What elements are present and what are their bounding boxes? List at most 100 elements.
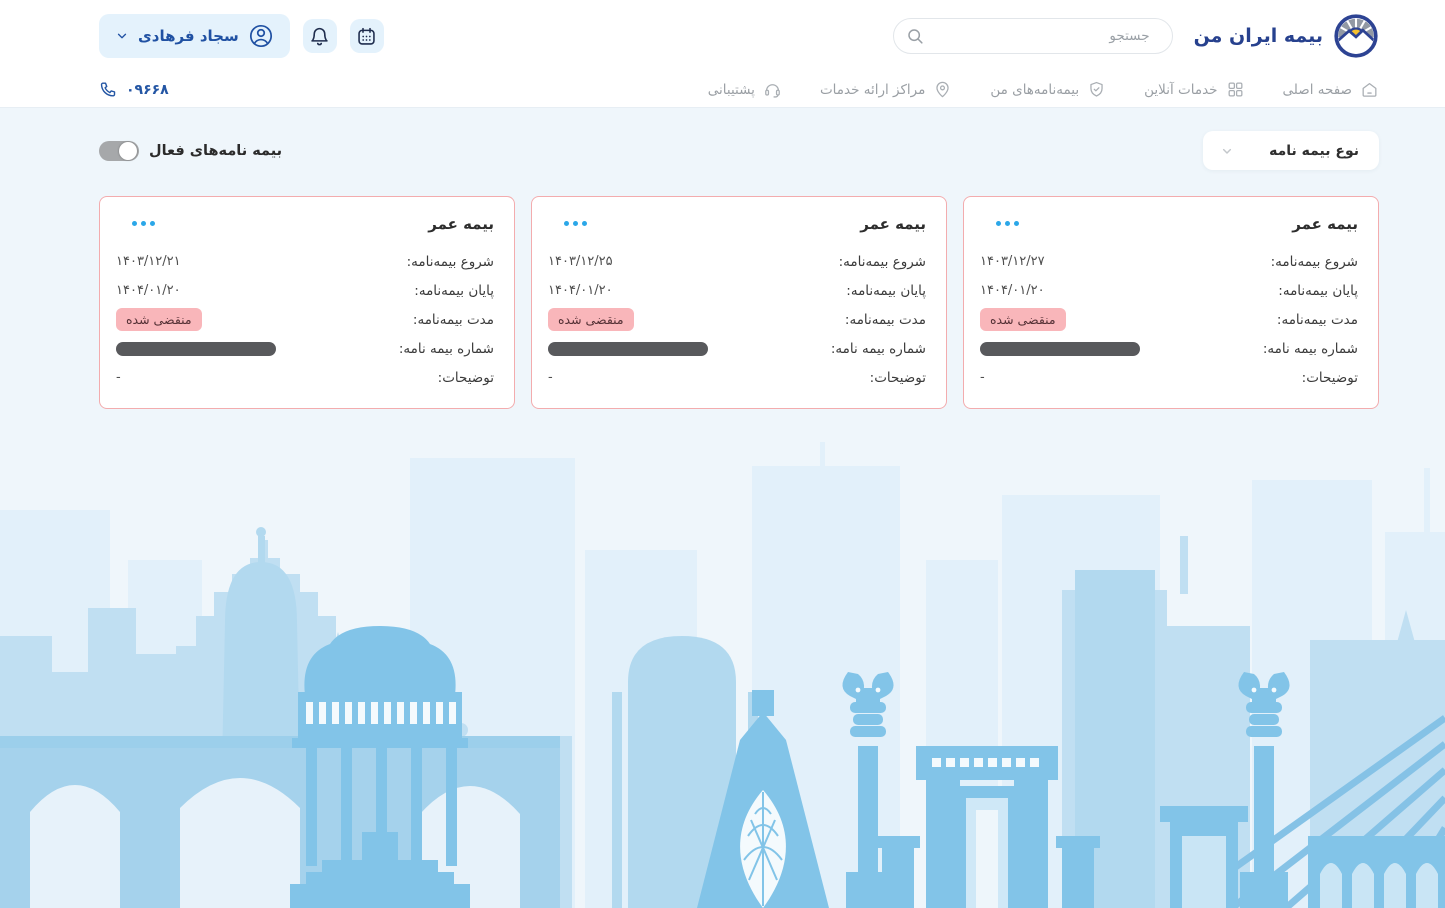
policy-end-row: پایان بیمه‌نامه: ۱۴۰۴/۰۱/۲۰ xyxy=(548,276,926,305)
more-menu-button[interactable] xyxy=(128,217,159,230)
card-rows: شروع بیمه‌نامه: ۱۴۰۳/۱۲/۲۵ پایان بیمه‌نا… xyxy=(548,247,926,392)
user-menu-button[interactable]: سجاد فرهادی xyxy=(99,14,290,58)
card-rows: شروع بیمه‌نامه: ۱۴۰۳/۱۲/۲۷ پایان بیمه‌نا… xyxy=(980,247,1358,392)
field-label: شماره بیمه نامه: xyxy=(831,341,926,357)
policy-duration-row: مدت بیمه‌نامه: منقضی شده xyxy=(980,305,1358,334)
field-label: توضیحات: xyxy=(438,370,494,386)
field-label: پایان بیمه‌نامه: xyxy=(1278,283,1358,299)
field-label: توضیحات: xyxy=(1302,370,1358,386)
shield-check-icon xyxy=(1087,80,1106,99)
active-policies-toggle[interactable] xyxy=(99,141,139,161)
support-phone[interactable]: ۰۹۶۶۸ xyxy=(99,80,169,99)
field-value: ۱۴۰۴/۰۱/۲۰ xyxy=(980,283,1045,298)
toggle-knob xyxy=(119,142,137,160)
policy-duration-row: مدت بیمه‌نامه: منقضی شده xyxy=(116,305,494,334)
field-label: پایان بیمه‌نامه: xyxy=(414,283,494,299)
nav-item-home[interactable]: صفحه اصلی xyxy=(1283,80,1379,99)
headset-icon xyxy=(763,80,782,99)
field-label: شماره بیمه نامه: xyxy=(399,341,494,357)
brand-name: بیمه ایران من xyxy=(1194,25,1323,47)
policy-number-redacted xyxy=(980,342,1140,356)
field-value: ۱۴۰۳/۱۲/۲۵ xyxy=(548,254,613,269)
policy-number-row: شماره بیمه نامه: xyxy=(116,334,494,363)
policy-card: بیمه عمر شروع بیمه‌نامه: ۱۴۰۳/۱۲/۲۵ پایا… xyxy=(531,196,947,409)
nav-item-label: پشتیبانی xyxy=(708,82,755,98)
field-label: پایان بیمه‌نامه: xyxy=(846,283,926,299)
nav-item-support[interactable]: پشتیبانی xyxy=(708,80,782,99)
card-header: بیمه عمر xyxy=(548,215,926,233)
chevron-down-icon xyxy=(1219,143,1235,159)
field-label: شروع بیمه‌نامه: xyxy=(407,254,494,270)
brand-logo[interactable]: بیمه ایران من xyxy=(1194,13,1379,59)
policy-card: بیمه عمر شروع بیمه‌نامه: ۱۴۰۳/۱۲/۲۱ پایا… xyxy=(99,196,515,409)
nav-item-label: بیمه‌نامه‌های من xyxy=(990,82,1079,98)
policy-notes-row: توضیحات: - xyxy=(548,363,926,392)
search-input[interactable] xyxy=(893,18,1173,54)
search-box xyxy=(893,18,1173,54)
policy-start-row: شروع بیمه‌نامه: ۱۴۰۳/۱۲/۲۵ xyxy=(548,247,926,276)
calendar-icon xyxy=(356,26,377,47)
policy-type-select[interactable]: نوع بیمه نامه xyxy=(1203,131,1379,170)
search-icon xyxy=(905,26,925,46)
active-policies-toggle-label: بیمه نامه‌های فعال xyxy=(149,143,282,159)
card-header: بیمه عمر xyxy=(980,215,1358,233)
nav-item-service-centers[interactable]: مراکز ارائه خدمات xyxy=(820,80,952,99)
user-icon xyxy=(248,23,274,49)
policy-number-row: شماره بیمه نامه: xyxy=(980,334,1358,363)
nav-items: صفحه اصلی خدمات آنلاین xyxy=(708,80,1379,99)
policy-number-redacted xyxy=(548,342,708,356)
policy-title: بیمه عمر xyxy=(428,215,494,233)
policy-title: بیمه عمر xyxy=(860,215,926,233)
sunrise-mountain-logo-icon xyxy=(1333,13,1379,59)
nav-item-label: مراکز ارائه خدمات xyxy=(820,82,925,98)
bell-icon xyxy=(309,26,330,47)
more-menu-button[interactable] xyxy=(560,217,591,230)
calendar-button[interactable] xyxy=(350,19,384,53)
field-value: - xyxy=(980,370,985,385)
field-value: ۱۴۰۴/۰۱/۲۰ xyxy=(548,283,613,298)
field-value: ۱۴۰۴/۰۱/۲۰ xyxy=(116,283,181,298)
policy-number-row: شماره بیمه نامه: xyxy=(548,334,926,363)
card-header: بیمه عمر xyxy=(116,215,494,233)
field-label: مدت بیمه‌نامه: xyxy=(1277,312,1358,328)
card-rows: شروع بیمه‌نامه: ۱۴۰۳/۱۲/۲۱ پایان بیمه‌نا… xyxy=(116,247,494,392)
field-value: - xyxy=(548,370,553,385)
phone-icon xyxy=(99,80,118,99)
field-label: مدت بیمه‌نامه: xyxy=(845,312,926,328)
policy-end-row: پایان بیمه‌نامه: ۱۴۰۴/۰۱/۲۰ xyxy=(980,276,1358,305)
user-name: سجاد فرهادی xyxy=(138,27,239,45)
policy-duration-row: مدت بیمه‌نامه: منقضی شده xyxy=(548,305,926,334)
chevron-down-icon xyxy=(115,29,129,43)
header-top: بیمه ایران من xyxy=(0,0,1445,72)
container: نوع بیمه نامه بیمه نامه‌های فعال بیمه عم… xyxy=(99,131,1379,409)
map-pin-icon xyxy=(933,80,952,99)
active-policies-filter: بیمه نامه‌های فعال xyxy=(99,141,282,161)
field-label: شروع بیمه‌نامه: xyxy=(1271,254,1358,270)
policy-start-row: شروع بیمه‌نامه: ۱۴۰۳/۱۲/۲۱ xyxy=(116,247,494,276)
city-skyline-illustration xyxy=(0,440,1445,908)
policy-start-row: شروع بیمه‌نامه: ۱۴۰۳/۱۲/۲۷ xyxy=(980,247,1358,276)
policy-card: بیمه عمر شروع بیمه‌نامه: ۱۴۰۳/۱۲/۲۷ پایا… xyxy=(963,196,1379,409)
policy-title: بیمه عمر xyxy=(1292,215,1358,233)
field-value: - xyxy=(116,370,121,385)
field-label: توضیحات: xyxy=(870,370,926,386)
field-label: شماره بیمه نامه: xyxy=(1263,341,1358,357)
status-badge: منقضی شده xyxy=(116,308,202,331)
field-value: ۱۴۰۳/۱۲/۲۱ xyxy=(116,254,181,269)
page: بیمه ایران من xyxy=(0,0,1445,908)
main-nav: صفحه اصلی خدمات آنلاین xyxy=(0,72,1445,108)
nav-item-my-policies[interactable]: بیمه‌نامه‌های من xyxy=(990,80,1106,99)
support-phone-number: ۰۹۶۶۸ xyxy=(126,82,169,98)
nav-item-label: صفحه اصلی xyxy=(1283,82,1352,98)
nav-item-online-services[interactable]: خدمات آنلاین xyxy=(1144,80,1244,99)
more-menu-button[interactable] xyxy=(992,217,1023,230)
field-value: ۱۴۰۳/۱۲/۲۷ xyxy=(980,254,1045,269)
policy-end-row: پایان بیمه‌نامه: ۱۴۰۴/۰۱/۲۰ xyxy=(116,276,494,305)
filter-row: نوع بیمه نامه بیمه نامه‌های فعال xyxy=(99,131,1379,170)
content: نوع بیمه نامه بیمه نامه‌های فعال بیمه عم… xyxy=(0,108,1445,908)
policy-number-redacted xyxy=(116,342,276,356)
field-label: شروع بیمه‌نامه: xyxy=(839,254,926,270)
policy-cards: بیمه عمر شروع بیمه‌نامه: ۱۴۰۳/۱۲/۲۷ پایا… xyxy=(99,196,1379,409)
grid-icon xyxy=(1226,80,1245,99)
notifications-button[interactable] xyxy=(303,19,337,53)
